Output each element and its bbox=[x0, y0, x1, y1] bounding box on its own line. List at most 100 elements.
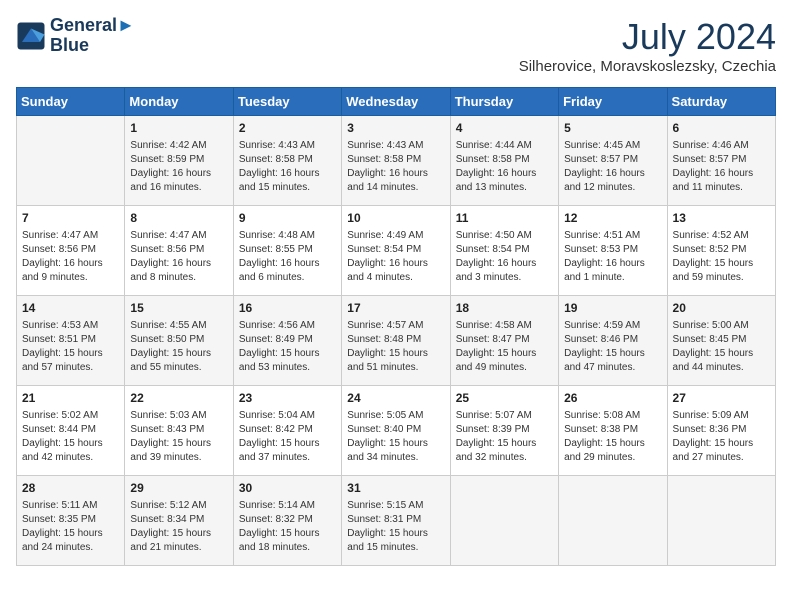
day-number: 6 bbox=[673, 120, 770, 137]
day-info: Sunrise: 5:08 AM Sunset: 8:38 PM Dayligh… bbox=[564, 409, 661, 465]
day-info: Sunrise: 5:12 AM Sunset: 8:34 PM Dayligh… bbox=[130, 499, 227, 555]
calendar-cell: 11 Sunrise: 4:50 AM Sunset: 8:54 PM Dayli… bbox=[450, 206, 558, 296]
calendar-cell: 5 Sunrise: 4:45 AM Sunset: 8:57 PM Daylig… bbox=[559, 116, 667, 206]
day-info: Sunrise: 4:46 AM Sunset: 8:57 PM Dayligh… bbox=[673, 139, 770, 195]
calendar-body: 1 Sunrise: 4:42 AM Sunset: 8:59 PM Daylig… bbox=[17, 116, 776, 566]
calendar-cell: 10Sunrise: 4:49 AM Sunset: 8:54 PM Dayli… bbox=[342, 206, 450, 296]
calendar-cell bbox=[559, 476, 667, 566]
day-info: Sunrise: 4:48 AM Sunset: 8:55 PM Dayligh… bbox=[239, 229, 336, 285]
calendar-cell: 28Sunrise: 5:11 AM Sunset: 8:35 PM Dayli… bbox=[17, 476, 125, 566]
calendar-cell: 13Sunrise: 4:52 AM Sunset: 8:52 PM Dayli… bbox=[667, 206, 775, 296]
day-number: 13 bbox=[673, 210, 770, 227]
day-info: Sunrise: 4:58 AM Sunset: 8:47 PM Dayligh… bbox=[456, 319, 553, 375]
day-info: Sunrise: 4:47 AM Sunset: 8:56 PM Dayligh… bbox=[130, 229, 227, 285]
day-number: 22 bbox=[130, 390, 227, 407]
day-info: Sunrise: 4:42 AM Sunset: 8:59 PM Dayligh… bbox=[130, 139, 227, 195]
day-number: 21 bbox=[22, 390, 119, 407]
calendar-cell: 22 Sunrise: 5:03 AM Sunset: 8:43 PM Dayli… bbox=[125, 386, 233, 476]
calendar-cell: 2 Sunrise: 4:43 AM Sunset: 8:58 PM Daylig… bbox=[233, 116, 341, 206]
day-number: 20 bbox=[673, 300, 770, 317]
calendar-day-header: Monday bbox=[125, 88, 233, 116]
calendar-header-row: SundayMondayTuesdayWednesdayThursdayFrid… bbox=[17, 88, 776, 116]
day-info: Sunrise: 4:50 AM Sunset: 8:54 PM Dayligh… bbox=[456, 229, 553, 285]
calendar-table: SundayMondayTuesdayWednesdayThursdayFrid… bbox=[16, 87, 776, 566]
day-number: 26 bbox=[564, 390, 661, 407]
calendar-cell: 26 Sunrise: 5:08 AM Sunset: 8:38 PM Dayli… bbox=[559, 386, 667, 476]
day-number: 9 bbox=[239, 210, 336, 227]
calendar-cell: 30Sunrise: 5:14 AM Sunset: 8:32 PM Dayli… bbox=[233, 476, 341, 566]
day-number: 11 bbox=[456, 210, 553, 227]
day-info: Sunrise: 4:49 AM Sunset: 8:54 PM Dayligh… bbox=[347, 229, 444, 285]
logo-text: General► Blue bbox=[50, 16, 135, 56]
month-title: July 2024 bbox=[519, 16, 776, 58]
day-number: 28 bbox=[22, 480, 119, 497]
calendar-cell: 1 Sunrise: 4:42 AM Sunset: 8:59 PM Daylig… bbox=[125, 116, 233, 206]
day-info: Sunrise: 5:15 AM Sunset: 8:31 PM Dayligh… bbox=[347, 499, 444, 555]
day-number: 7 bbox=[22, 210, 119, 227]
logo: General► Blue bbox=[16, 16, 135, 56]
calendar-cell bbox=[450, 476, 558, 566]
day-number: 31 bbox=[347, 480, 444, 497]
calendar-day-header: Sunday bbox=[17, 88, 125, 116]
calendar-cell: 17Sunrise: 4:57 AM Sunset: 8:48 PM Dayli… bbox=[342, 296, 450, 386]
day-number: 5 bbox=[564, 120, 661, 137]
day-info: Sunrise: 5:14 AM Sunset: 8:32 PM Dayligh… bbox=[239, 499, 336, 555]
day-info: Sunrise: 4:59 AM Sunset: 8:46 PM Dayligh… bbox=[564, 319, 661, 375]
location: Silherovice, Moravskoslezsky, Czechia bbox=[519, 58, 776, 75]
calendar-cell: 4 Sunrise: 4:44 AM Sunset: 8:58 PM Daylig… bbox=[450, 116, 558, 206]
day-info: Sunrise: 5:05 AM Sunset: 8:40 PM Dayligh… bbox=[347, 409, 444, 465]
calendar-cell: 19Sunrise: 4:59 AM Sunset: 8:46 PM Dayli… bbox=[559, 296, 667, 386]
calendar-cell: 27Sunrise: 5:09 AM Sunset: 8:36 PM Dayli… bbox=[667, 386, 775, 476]
calendar-cell bbox=[667, 476, 775, 566]
calendar-cell: 14 Sunrise: 4:53 AM Sunset: 8:51 PM Dayli… bbox=[17, 296, 125, 386]
day-info: Sunrise: 4:53 AM Sunset: 8:51 PM Dayligh… bbox=[22, 319, 119, 375]
calendar-cell: 6 Sunrise: 4:46 AM Sunset: 8:57 PM Daylig… bbox=[667, 116, 775, 206]
calendar-cell: 29 Sunrise: 5:12 AM Sunset: 8:34 PM Dayli… bbox=[125, 476, 233, 566]
day-info: Sunrise: 5:03 AM Sunset: 8:43 PM Dayligh… bbox=[130, 409, 227, 465]
day-number: 29 bbox=[130, 480, 227, 497]
day-number: 23 bbox=[239, 390, 336, 407]
calendar-cell: 12Sunrise: 4:51 AM Sunset: 8:53 PM Dayli… bbox=[559, 206, 667, 296]
day-info: Sunrise: 4:45 AM Sunset: 8:57 PM Dayligh… bbox=[564, 139, 661, 195]
calendar-cell: 18 Sunrise: 4:58 AM Sunset: 8:47 PM Dayli… bbox=[450, 296, 558, 386]
day-info: Sunrise: 4:43 AM Sunset: 8:58 PM Dayligh… bbox=[347, 139, 444, 195]
page-header: General► Blue July 2024 Silherovice, Mor… bbox=[16, 16, 776, 75]
calendar-week-row: 7 Sunrise: 4:47 AM Sunset: 8:56 PM Daylig… bbox=[17, 206, 776, 296]
day-number: 8 bbox=[130, 210, 227, 227]
calendar-cell: 15 Sunrise: 4:55 AM Sunset: 8:50 PM Dayli… bbox=[125, 296, 233, 386]
calendar-day-header: Friday bbox=[559, 88, 667, 116]
day-info: Sunrise: 4:56 AM Sunset: 8:49 PM Dayligh… bbox=[239, 319, 336, 375]
day-info: Sunrise: 4:47 AM Sunset: 8:56 PM Dayligh… bbox=[22, 229, 119, 285]
calendar-week-row: 28Sunrise: 5:11 AM Sunset: 8:35 PM Dayli… bbox=[17, 476, 776, 566]
calendar-week-row: 21Sunrise: 5:02 AM Sunset: 8:44 PM Dayli… bbox=[17, 386, 776, 476]
logo-icon bbox=[16, 21, 46, 51]
day-info: Sunrise: 5:00 AM Sunset: 8:45 PM Dayligh… bbox=[673, 319, 770, 375]
title-block: July 2024 Silherovice, Moravskoslezsky, … bbox=[519, 16, 776, 75]
day-number: 2 bbox=[239, 120, 336, 137]
calendar-cell: 23 Sunrise: 5:04 AM Sunset: 8:42 PM Dayli… bbox=[233, 386, 341, 476]
day-number: 15 bbox=[130, 300, 227, 317]
day-number: 18 bbox=[456, 300, 553, 317]
day-number: 25 bbox=[456, 390, 553, 407]
day-number: 17 bbox=[347, 300, 444, 317]
calendar-day-header: Wednesday bbox=[342, 88, 450, 116]
calendar-cell: 7 Sunrise: 4:47 AM Sunset: 8:56 PM Daylig… bbox=[17, 206, 125, 296]
day-info: Sunrise: 4:55 AM Sunset: 8:50 PM Dayligh… bbox=[130, 319, 227, 375]
calendar-cell: 21Sunrise: 5:02 AM Sunset: 8:44 PM Dayli… bbox=[17, 386, 125, 476]
calendar-cell: 20 Sunrise: 5:00 AM Sunset: 8:45 PM Dayli… bbox=[667, 296, 775, 386]
day-info: Sunrise: 5:09 AM Sunset: 8:36 PM Dayligh… bbox=[673, 409, 770, 465]
calendar-day-header: Saturday bbox=[667, 88, 775, 116]
day-info: Sunrise: 4:43 AM Sunset: 8:58 PM Dayligh… bbox=[239, 139, 336, 195]
day-info: Sunrise: 4:44 AM Sunset: 8:58 PM Dayligh… bbox=[456, 139, 553, 195]
day-number: 3 bbox=[347, 120, 444, 137]
calendar-cell: 3 Sunrise: 4:43 AM Sunset: 8:58 PM Daylig… bbox=[342, 116, 450, 206]
calendar-cell bbox=[17, 116, 125, 206]
day-number: 24 bbox=[347, 390, 444, 407]
day-info: Sunrise: 5:04 AM Sunset: 8:42 PM Dayligh… bbox=[239, 409, 336, 465]
calendar-cell: 9 Sunrise: 4:48 AM Sunset: 8:55 PM Daylig… bbox=[233, 206, 341, 296]
day-number: 4 bbox=[456, 120, 553, 137]
calendar-cell: 16Sunrise: 4:56 AM Sunset: 8:49 PM Dayli… bbox=[233, 296, 341, 386]
day-number: 14 bbox=[22, 300, 119, 317]
calendar-cell: 25Sunrise: 5:07 AM Sunset: 8:39 PM Dayli… bbox=[450, 386, 558, 476]
day-number: 1 bbox=[130, 120, 227, 137]
